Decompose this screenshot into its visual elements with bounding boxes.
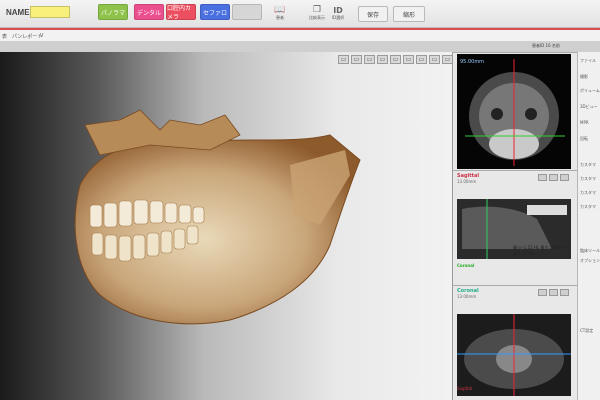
view-tool-6[interactable]: ▭ (403, 55, 414, 64)
sidebar-item-volume[interactable]: ボリューム (580, 88, 600, 94)
sidebar-item-ct-settings[interactable]: CT設定 (580, 328, 593, 334)
sidebar-item-3dview[interactable]: 3Dビュー (580, 104, 598, 110)
sagittal-info: 13.00mm (457, 179, 477, 184)
sagittal-tool-2[interactable] (549, 174, 558, 181)
id-select-label: ID選択 (331, 14, 345, 20)
menu-item-report[interactable]: パンレポート (12, 33, 42, 40)
sagittal-tools (538, 174, 569, 181)
view-tool-7[interactable]: ▭ (416, 55, 427, 64)
id-icon: ID (333, 5, 343, 15)
svg-text:95.00mm: 95.00mm (460, 59, 484, 65)
save-button[interactable]: 保存 (358, 6, 388, 22)
view-tool-5[interactable]: ▭ (390, 55, 401, 64)
name-field[interactable] (30, 6, 70, 18)
sidebar-item-rotate[interactable]: 回転 (580, 136, 588, 142)
sagittal-panel: Sagittal 13.00mm 最小:-1.52 HL 最大:2076 平均値… (452, 170, 577, 285)
sidebar-item-file[interactable]: ファイル (580, 58, 596, 64)
name-label: NAME (6, 8, 30, 17)
axial-ct-svg: 95.00mm (460, 59, 565, 166)
reset-button[interactable]: 縮形 (393, 6, 425, 22)
copy-icon: ❐ (312, 4, 322, 15)
coronal-info: 13.00mm (457, 294, 477, 299)
coronal-ct-image[interactable] (457, 314, 571, 396)
sagittal-tool-1[interactable] (538, 174, 547, 181)
sagittal-measure: 最小:-1.52 HL 最大:2076 平均値:1.27 HU (513, 245, 570, 256)
id-select-button[interactable]: ID ID選択 (326, 2, 350, 24)
coronal-tool-1[interactable] (538, 289, 547, 296)
menu-item-v[interactable]: V (40, 33, 43, 39)
sidebar-item-capture[interactable]: 撮影 (580, 74, 588, 80)
right-sidebar: ファイル 撮影 ボリューム 3Dビュー MPR 回転 カスタマ カスタマ カスタ… (577, 52, 600, 400)
cephalo-button[interactable]: セファロ (200, 4, 230, 20)
sidebar-item-clinical-tools[interactable]: 臨床ツール (580, 248, 600, 254)
sidebar-item-custom-2[interactable]: カスタマ (580, 176, 596, 182)
patient-info: 患者ID 16 名前 (532, 43, 560, 48)
sagittal-tool-3[interactable] (560, 174, 569, 181)
menu-row: 表 パンレポート V (0, 30, 600, 42)
patient-book-button[interactable]: 📖 患者 (268, 2, 292, 24)
axial-ct-image[interactable]: 95.00mm (457, 54, 571, 169)
coronal-ct-svg (457, 314, 571, 396)
axial-panel: 95.00mm 19.00mm 95.00mm (452, 52, 577, 170)
view-tool-2[interactable]: ▭ (351, 55, 362, 64)
compare-label: 比較表示 (309, 14, 325, 20)
patient-book-label: 患者 (276, 14, 284, 20)
book-icon: 📖 (274, 4, 286, 15)
sidebar-item-mpr[interactable]: MPR (580, 120, 589, 125)
sidebar-item-options[interactable]: オプション (580, 258, 600, 264)
view-tool-4[interactable]: ▭ (377, 55, 388, 64)
view-tool-3[interactable]: ▭ (364, 55, 375, 64)
sagittal-axis-label: Coronal (457, 263, 475, 268)
coronal-tools (538, 289, 569, 296)
coronal-axis-label: Sagittal (457, 386, 473, 391)
menu-item-view[interactable]: 表 (2, 33, 7, 40)
view-tool-8[interactable]: ▭ (429, 55, 440, 64)
panorama-button[interactable]: パノラマ (98, 4, 128, 20)
sidebar-item-custom-4[interactable]: カスタマ (580, 204, 596, 210)
sidebar-item-custom-3[interactable]: カスタマ (580, 190, 596, 196)
sidebar-item-custom-1[interactable]: カスタマ (580, 162, 596, 168)
coronal-tool-3[interactable] (560, 289, 569, 296)
viewport-toolbar: ▭ ▭ ▭ ▭ ▭ ▭ ▭ ▭ ▭ (338, 55, 453, 64)
3d-jaw-render[interactable] (60, 105, 380, 335)
view-tool-1[interactable]: ▭ (338, 55, 349, 64)
coronal-tool-2[interactable] (549, 289, 558, 296)
intraoral-camera-button[interactable]: 口腔内カメラ (166, 4, 196, 21)
disabled-mode-button[interactable] (232, 4, 262, 20)
dental-button[interactable]: デンタル (134, 4, 164, 20)
top-toolbar: NAME パノラマ デンタル 口腔内カメラ セファロ 📖 患者 ❐ 比較表示 I… (0, 0, 600, 28)
coronal-panel: Coronal 13.00mm Sagittal (452, 285, 577, 400)
